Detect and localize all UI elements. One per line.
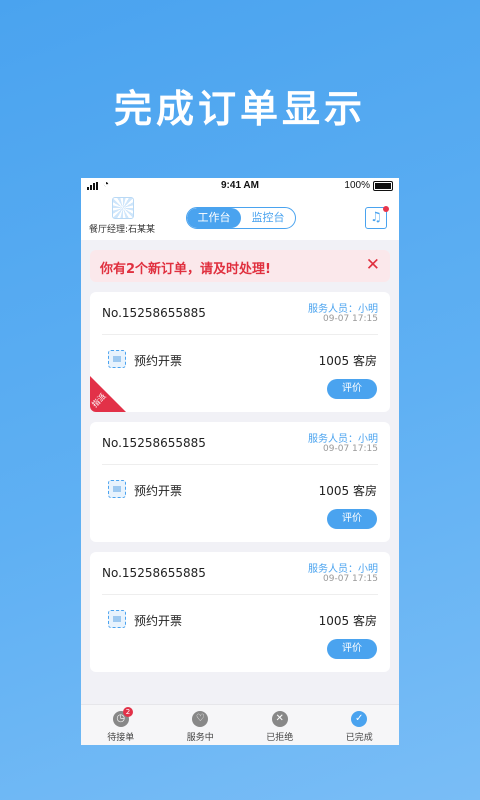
notification-dot (383, 206, 389, 212)
staff-label: 服务人员：小明 (308, 564, 378, 575)
phone-screen: ◔ 9:41 AM 100% 餐厅经理:石某某 工作台 监控台 ♫ 你有2个新订… (81, 178, 399, 745)
divider (102, 464, 378, 465)
rate-button[interactable]: 评价 (327, 379, 377, 399)
order-time: 09-07 17:15 (323, 574, 378, 584)
divider (102, 594, 378, 595)
invoice-icon (108, 480, 126, 498)
hero-title: 完成订单显示 (113, 87, 366, 131)
room-label: 1005 客房 (318, 484, 377, 498)
tab-label: 已完成 (345, 733, 373, 743)
order-type: 预约开票 (134, 484, 183, 498)
alert-text: 你有2个新订单，请及时处理! (100, 262, 271, 277)
bottom-tab-bar: ◷ 2 待接单 ♡ 服务中 ✕ 已拒绝 ✓ 已完成 (81, 704, 399, 745)
heart-icon: ♡ (192, 711, 209, 727)
divider (102, 334, 378, 335)
tab-rejected[interactable]: ✕ 已拒绝 (240, 705, 320, 745)
tab-workbench[interactable]: 工作台 (187, 208, 241, 228)
manager-label: 餐厅经理:石某某 (89, 225, 156, 235)
order-number: No.15258655885 (102, 566, 206, 580)
staff-label: 服务人员：小明 (308, 304, 378, 315)
tab-label: 服务中 (186, 733, 214, 743)
order-number: No.15258655885 (102, 306, 206, 320)
order-time: 09-07 17:15 (323, 314, 378, 324)
room-label: 1005 客房 (318, 614, 377, 628)
bell-icon[interactable]: ♫ (365, 206, 389, 229)
avatar[interactable] (112, 197, 134, 219)
tab-label: 待接单 (107, 733, 135, 743)
rate-button[interactable]: 评价 (327, 639, 377, 659)
order-type: 预约开票 (134, 354, 183, 368)
tab-in-service[interactable]: ♡ 服务中 (161, 705, 241, 745)
battery-percent: 100% (344, 180, 370, 191)
tab-pending[interactable]: ◷ 2 待接单 (81, 705, 161, 745)
rate-button[interactable]: 评价 (327, 509, 377, 529)
new-order-alert: 你有2个新订单，请及时处理! ✕ (90, 250, 390, 282)
status-bar: ◔ 9:41 AM 100% (81, 178, 399, 194)
staff-label: 服务人员：小明 (308, 434, 378, 445)
check-icon: ✓ (351, 711, 368, 727)
close-icon: ✕ (271, 711, 288, 727)
order-card[interactable]: No.15258655885 服务人员：小明 09-07 17:15 预约开票 … (90, 422, 390, 542)
invoice-icon (108, 350, 126, 368)
battery-icon (373, 180, 393, 191)
order-card[interactable]: No.15258655885 服务人员：小明 09-07 17:15 预约开票 … (90, 292, 390, 412)
pending-badge: 2 (123, 707, 133, 717)
segment-switch: 工作台 监控台 (186, 207, 296, 229)
order-number: No.15258655885 (102, 436, 206, 450)
room-label: 1005 客房 (318, 354, 377, 368)
order-type: 预约开票 (134, 614, 183, 628)
invoice-icon (108, 610, 126, 628)
app-header: 餐厅经理:石某某 工作台 监控台 ♫ (81, 194, 399, 240)
tab-label: 已拒绝 (266, 733, 294, 743)
battery: 100% (344, 180, 393, 191)
order-card[interactable]: No.15258655885 服务人员：小明 09-07 17:15 预约开票 … (90, 552, 390, 672)
tab-completed[interactable]: ✓ 已完成 (320, 705, 400, 745)
tab-monitor[interactable]: 监控台 (241, 208, 295, 228)
order-time: 09-07 17:15 (323, 444, 378, 454)
close-icon[interactable]: ✕ (366, 255, 380, 275)
